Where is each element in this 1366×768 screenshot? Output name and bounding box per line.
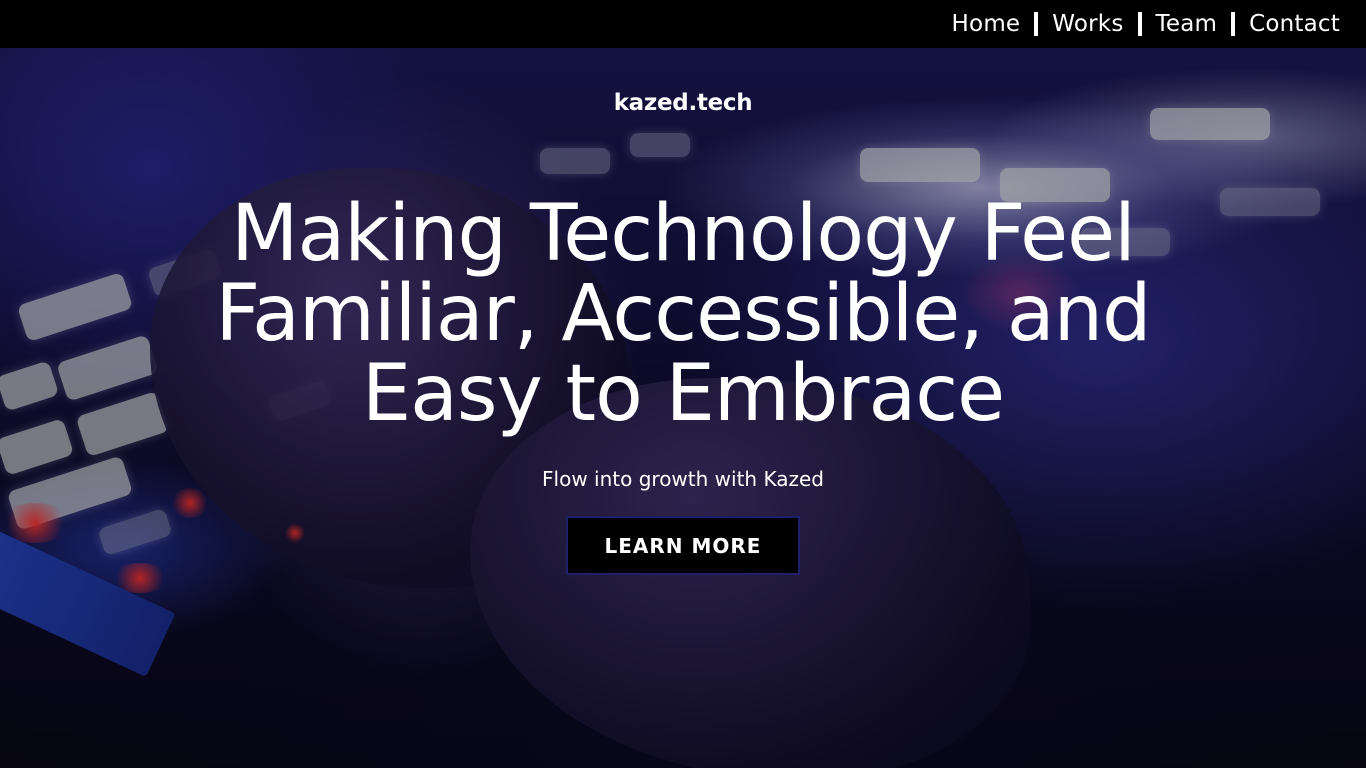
nav-contact-link[interactable]: Contact bbox=[1249, 11, 1340, 37]
nav-divider bbox=[1137, 12, 1142, 36]
nav-home-link[interactable]: Home bbox=[952, 11, 1021, 37]
hero-headline: Making Technology Feel Familiar, Accessi… bbox=[215, 189, 1151, 439]
main-nav: Home Works Team Contact bbox=[952, 11, 1340, 37]
landing-page: Home Works Team Contact kazed.tech Makin… bbox=[0, 0, 1366, 768]
learn-more-button[interactable]: LEARN MORE bbox=[566, 516, 800, 575]
nav-works-link[interactable]: Works bbox=[1052, 11, 1123, 37]
top-nav-bar: Home Works Team Contact bbox=[0, 0, 1366, 48]
hero-tagline: Flow into growth with Kazed bbox=[542, 467, 824, 491]
nav-divider bbox=[1231, 12, 1236, 36]
hero-content: kazed.tech Making Technology Feel Famili… bbox=[0, 48, 1366, 768]
brand-logo[interactable]: kazed.tech bbox=[0, 90, 1366, 116]
nav-divider bbox=[1034, 12, 1039, 36]
nav-team-link[interactable]: Team bbox=[1156, 11, 1218, 37]
